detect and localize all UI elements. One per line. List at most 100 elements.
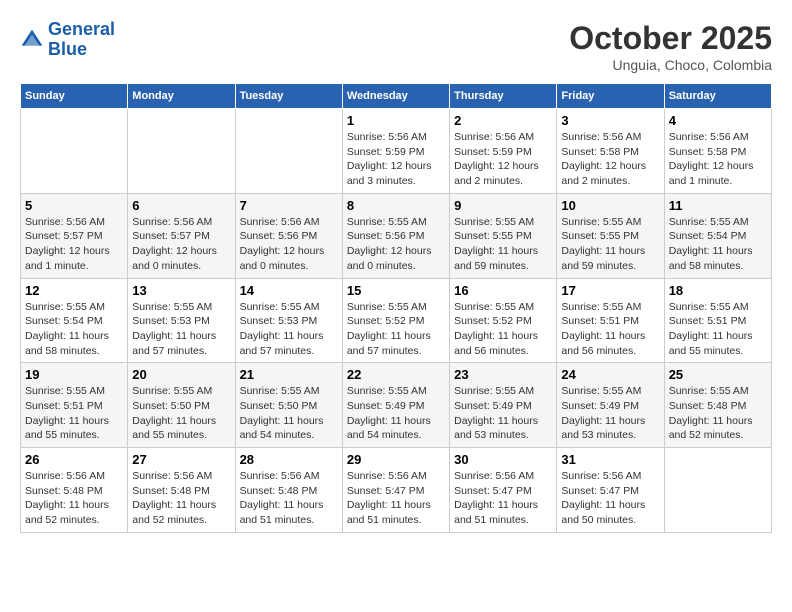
calendar-cell: 9 Sunrise: 5:55 AM Sunset: 5:55 PM Daylig… (450, 193, 557, 278)
day-number: 25 (669, 367, 767, 382)
day-number: 16 (454, 283, 552, 298)
day-info: Sunrise: 5:56 AM Sunset: 5:48 PM Dayligh… (240, 469, 338, 528)
calendar-cell: 24 Sunrise: 5:55 AM Sunset: 5:49 PM Dayli… (557, 363, 664, 448)
calendar-cell: 8 Sunrise: 5:55 AM Sunset: 5:56 PM Daylig… (342, 193, 449, 278)
day-number: 2 (454, 113, 552, 128)
calendar-cell: 12 Sunrise: 5:55 AM Sunset: 5:54 PM Dayli… (21, 278, 128, 363)
logo-icon (20, 28, 44, 52)
day-info: Sunrise: 5:56 AM Sunset: 5:47 PM Dayligh… (347, 469, 445, 528)
day-number: 7 (240, 198, 338, 213)
weekday-header: Sunday (21, 84, 128, 109)
logo-text: General Blue (48, 20, 115, 60)
calendar-cell: 25 Sunrise: 5:55 AM Sunset: 5:48 PM Dayli… (664, 363, 771, 448)
calendar-cell (21, 109, 128, 194)
day-number: 30 (454, 452, 552, 467)
day-info: Sunrise: 5:56 AM Sunset: 5:58 PM Dayligh… (561, 130, 659, 189)
day-info: Sunrise: 5:56 AM Sunset: 5:59 PM Dayligh… (454, 130, 552, 189)
calendar-cell: 5 Sunrise: 5:56 AM Sunset: 5:57 PM Daylig… (21, 193, 128, 278)
day-number: 9 (454, 198, 552, 213)
day-info: Sunrise: 5:56 AM Sunset: 5:57 PM Dayligh… (25, 215, 123, 274)
logo: General Blue (20, 20, 115, 60)
calendar-week-row: 19Sunrise: 5:55 AM Sunset: 5:51 PM Dayli… (21, 363, 772, 448)
calendar-cell: 13Sunrise: 5:55 AM Sunset: 5:53 PM Dayli… (128, 278, 235, 363)
calendar-cell: 10Sunrise: 5:55 AM Sunset: 5:55 PM Dayli… (557, 193, 664, 278)
calendar-cell (128, 109, 235, 194)
day-number: 27 (132, 452, 230, 467)
day-info: Sunrise: 5:55 AM Sunset: 5:51 PM Dayligh… (669, 300, 767, 359)
location: Unguia, Choco, Colombia (569, 57, 772, 73)
day-info: Sunrise: 5:55 AM Sunset: 5:55 PM Dayligh… (454, 215, 552, 274)
day-number: 20 (132, 367, 230, 382)
calendar-week-row: 26 Sunrise: 5:56 AM Sunset: 5:48 PM Dayli… (21, 448, 772, 533)
day-number: 3 (561, 113, 659, 128)
calendar-cell: 14 Sunrise: 5:55 AM Sunset: 5:53 PM Dayli… (235, 278, 342, 363)
logo-line1: General (48, 19, 115, 39)
day-info: Sunrise: 5:56 AM Sunset: 5:48 PM Dayligh… (132, 469, 230, 528)
day-info: Sunrise: 5:55 AM Sunset: 5:48 PM Dayligh… (669, 384, 767, 443)
day-number: 13 (132, 283, 230, 298)
day-number: 8 (347, 198, 445, 213)
day-number: 18 (669, 283, 767, 298)
calendar-cell: 6 Sunrise: 5:56 AM Sunset: 5:57 PM Daylig… (128, 193, 235, 278)
day-number: 6 (132, 198, 230, 213)
day-number: 5 (25, 198, 123, 213)
calendar-cell: 26Sunrise: 5:56 AM Sunset: 5:48 PM Dayli… (21, 448, 128, 533)
day-info: Sunrise: 5:56 AM Sunset: 5:47 PM Dayligh… (561, 469, 659, 528)
day-number: 24 (561, 367, 659, 382)
day-info: Sunrise: 5:55 AM Sunset: 5:55 PM Dayligh… (561, 215, 659, 274)
calendar-week-row: 1 Sunrise: 5:56 AM Sunset: 5:59 PM Daylig… (21, 109, 772, 194)
calendar-week-row: 12 Sunrise: 5:55 AM Sunset: 5:54 PM Dayli… (21, 278, 772, 363)
calendar-cell: 11 Sunrise: 5:55 AM Sunset: 5:54 PM Dayli… (664, 193, 771, 278)
title-area: October 2025 Unguia, Choco, Colombia (569, 20, 772, 73)
calendar-cell: 18 Sunrise: 5:55 AM Sunset: 5:51 PM Dayli… (664, 278, 771, 363)
day-info: Sunrise: 5:55 AM Sunset: 5:50 PM Dayligh… (240, 384, 338, 443)
calendar-cell: 22 Sunrise: 5:55 AM Sunset: 5:49 PM Dayli… (342, 363, 449, 448)
day-info: Sunrise: 5:55 AM Sunset: 5:53 PM Dayligh… (240, 300, 338, 359)
calendar-cell: 29Sunrise: 5:56 AM Sunset: 5:47 PM Dayli… (342, 448, 449, 533)
day-number: 15 (347, 283, 445, 298)
calendar: SundayMondayTuesdayWednesdayThursdayFrid… (20, 83, 772, 533)
day-info: Sunrise: 5:56 AM Sunset: 5:57 PM Dayligh… (132, 215, 230, 274)
day-number: 22 (347, 367, 445, 382)
day-info: Sunrise: 5:55 AM Sunset: 5:49 PM Dayligh… (454, 384, 552, 443)
day-info: Sunrise: 5:56 AM Sunset: 5:58 PM Dayligh… (669, 130, 767, 189)
calendar-cell: 23 Sunrise: 5:55 AM Sunset: 5:49 PM Dayli… (450, 363, 557, 448)
day-number: 23 (454, 367, 552, 382)
day-info: Sunrise: 5:55 AM Sunset: 5:54 PM Dayligh… (25, 300, 123, 359)
calendar-cell: 30 Sunrise: 5:56 AM Sunset: 5:47 PM Dayli… (450, 448, 557, 533)
calendar-cell: 1 Sunrise: 5:56 AM Sunset: 5:59 PM Daylig… (342, 109, 449, 194)
day-number: 1 (347, 113, 445, 128)
calendar-cell (235, 109, 342, 194)
calendar-cell: 16 Sunrise: 5:55 AM Sunset: 5:52 PM Dayli… (450, 278, 557, 363)
calendar-cell: 28Sunrise: 5:56 AM Sunset: 5:48 PM Dayli… (235, 448, 342, 533)
day-info: Sunrise: 5:56 AM Sunset: 5:56 PM Dayligh… (240, 215, 338, 274)
day-number: 21 (240, 367, 338, 382)
day-info: Sunrise: 5:55 AM Sunset: 5:49 PM Dayligh… (347, 384, 445, 443)
day-number: 17 (561, 283, 659, 298)
day-number: 4 (669, 113, 767, 128)
day-number: 26 (25, 452, 123, 467)
day-info: Sunrise: 5:56 AM Sunset: 5:47 PM Dayligh… (454, 469, 552, 528)
day-info: Sunrise: 5:56 AM Sunset: 5:59 PM Dayligh… (347, 130, 445, 189)
day-info: Sunrise: 5:55 AM Sunset: 5:52 PM Dayligh… (454, 300, 552, 359)
day-number: 12 (25, 283, 123, 298)
weekday-header: Tuesday (235, 84, 342, 109)
calendar-cell: 31 Sunrise: 5:56 AM Sunset: 5:47 PM Dayli… (557, 448, 664, 533)
calendar-week-row: 5 Sunrise: 5:56 AM Sunset: 5:57 PM Daylig… (21, 193, 772, 278)
day-number: 31 (561, 452, 659, 467)
day-info: Sunrise: 5:55 AM Sunset: 5:56 PM Dayligh… (347, 215, 445, 274)
calendar-cell: 27 Sunrise: 5:56 AM Sunset: 5:48 PM Dayli… (128, 448, 235, 533)
day-number: 14 (240, 283, 338, 298)
day-number: 11 (669, 198, 767, 213)
calendar-cell (664, 448, 771, 533)
day-number: 19 (25, 367, 123, 382)
day-info: Sunrise: 5:55 AM Sunset: 5:50 PM Dayligh… (132, 384, 230, 443)
weekday-header: Wednesday (342, 84, 449, 109)
weekday-header: Saturday (664, 84, 771, 109)
day-info: Sunrise: 5:55 AM Sunset: 5:54 PM Dayligh… (669, 215, 767, 274)
weekday-header-row: SundayMondayTuesdayWednesdayThursdayFrid… (21, 84, 772, 109)
calendar-cell: 4 Sunrise: 5:56 AM Sunset: 5:58 PM Daylig… (664, 109, 771, 194)
calendar-cell: 19Sunrise: 5:55 AM Sunset: 5:51 PM Dayli… (21, 363, 128, 448)
day-info: Sunrise: 5:55 AM Sunset: 5:49 PM Dayligh… (561, 384, 659, 443)
calendar-cell: 2 Sunrise: 5:56 AM Sunset: 5:59 PM Daylig… (450, 109, 557, 194)
